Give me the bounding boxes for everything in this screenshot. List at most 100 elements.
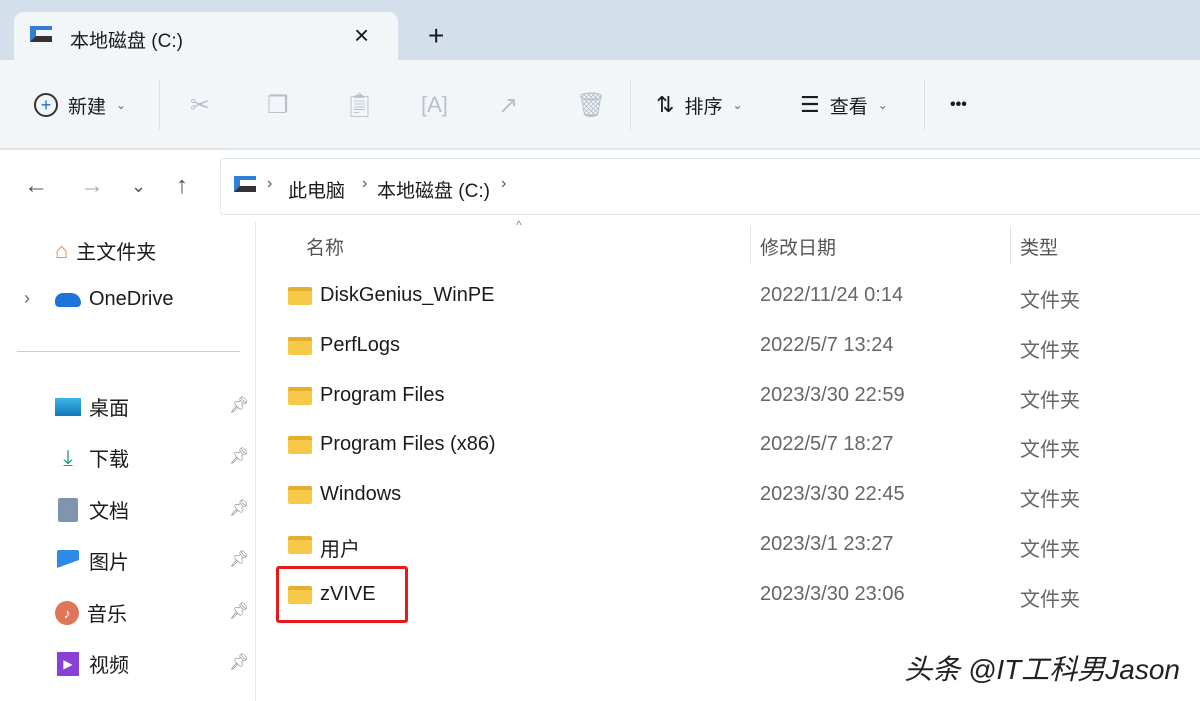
sidebar-label: 文档	[89, 495, 129, 524]
sidebar-label: 视频	[89, 649, 129, 678]
folder-icon	[288, 486, 312, 504]
file-row[interactable]: DiskGenius_WinPE 2022/11/24 0:14 文件夹	[276, 273, 1200, 321]
close-tab-button[interactable]: ×	[354, 20, 369, 51]
share-icon: ↗	[498, 91, 518, 120]
pin-icon: 📌︎	[229, 601, 249, 621]
sidebar-label: 图片	[89, 546, 129, 575]
chevron-down-icon: ⌄	[732, 98, 742, 112]
sidebar-item-pictures[interactable]: 图片	[55, 546, 129, 575]
file-date: 2023/3/30 22:45	[760, 483, 905, 506]
download-icon: ⤓	[55, 445, 81, 471]
paste-button[interactable]: 📋︎	[344, 80, 374, 130]
pane-divider	[255, 222, 256, 701]
file-name: Program Files	[320, 384, 444, 407]
sidebar-item-home[interactable]: ⌂ 主文件夹	[55, 236, 156, 265]
pin-icon: 📌︎	[229, 549, 249, 569]
file-date: 2023/3/30 22:59	[760, 384, 905, 407]
new-label: 新建	[68, 92, 106, 119]
chevron-right-icon: ›	[267, 175, 272, 193]
file-row[interactable]: PerfLogs 2022/5/7 13:24 文件夹	[276, 323, 1200, 371]
pin-icon: 📌︎	[229, 652, 249, 672]
tab-local-disk[interactable]: 本地磁盘 (C:) ×	[14, 12, 398, 64]
more-button[interactable]: •••	[950, 80, 967, 130]
file-type: 文件夹	[1020, 384, 1080, 413]
file-name: DiskGenius_WinPE	[320, 284, 495, 307]
file-row[interactable]: Windows 2023/3/30 22:45 文件夹	[276, 472, 1200, 520]
sidebar-item-documents[interactable]: 文档	[55, 495, 129, 524]
sidebar-label: 音乐	[87, 598, 127, 627]
cloud-icon	[55, 293, 81, 307]
sidebar-item-videos[interactable]: ▶ 视频	[55, 649, 129, 678]
file-name: Program Files (x86)	[320, 433, 496, 456]
breadcrumb-this-pc[interactable]: 此电脑	[288, 176, 345, 203]
file-row[interactable]: Program Files 2023/3/30 22:59 文件夹	[276, 373, 1200, 421]
music-icon: ♪	[55, 601, 79, 625]
file-name: 用户	[320, 533, 360, 562]
chevron-down-icon: ⌄	[116, 98, 126, 112]
rename-icon: [A]	[421, 92, 448, 118]
file-row[interactable]: zVIVE 2023/3/30 23:06 文件夹	[276, 572, 1200, 620]
rename-button[interactable]: [A]	[421, 80, 448, 130]
file-type: 文件夹	[1020, 433, 1080, 462]
address-bar[interactable]: › 此电脑 › 本地磁盘 (C:) ›	[220, 158, 1200, 215]
folder-icon	[288, 387, 312, 405]
file-row[interactable]: 用户 2023/3/1 23:27 文件夹	[276, 522, 1200, 570]
pin-icon: 📌︎	[229, 395, 249, 415]
copy-button[interactable]: ❐	[267, 80, 289, 130]
sidebar-label: 桌面	[89, 392, 129, 421]
folder-icon	[288, 287, 312, 305]
sidebar-item-downloads[interactable]: ⤓ 下载	[55, 443, 129, 472]
scissors-icon: ✂	[190, 91, 210, 120]
pin-icon: 📌︎	[229, 498, 249, 518]
home-icon: ⌂	[55, 238, 68, 264]
file-name: Windows	[320, 483, 401, 506]
file-date: 2022/5/7 18:27	[760, 433, 893, 456]
file-row[interactable]: Program Files (x86) 2022/5/7 18:27 文件夹	[276, 422, 1200, 470]
view-button[interactable]: ☰ 查看 ⌄	[800, 80, 888, 130]
drive-icon	[234, 176, 256, 192]
sidebar-item-onedrive[interactable]: OneDrive	[55, 288, 173, 311]
back-button[interactable]: ←	[24, 172, 48, 200]
picture-icon	[57, 550, 79, 572]
column-header-name[interactable]: 名称	[306, 233, 344, 260]
file-date: 2023/3/30 23:06	[760, 583, 905, 606]
copy-icon: ❐	[267, 91, 289, 120]
forward-button[interactable]: →	[80, 172, 104, 200]
file-name: PerfLogs	[320, 334, 400, 357]
sort-ascending-icon: ^	[516, 218, 522, 232]
expand-onedrive-chevron[interactable]: ›	[24, 288, 30, 309]
sidebar-item-desktop[interactable]: 桌面	[55, 392, 129, 421]
trash-icon: 🗑︎	[576, 91, 606, 120]
sort-icon: ⇅	[656, 92, 674, 118]
sidebar-label: OneDrive	[89, 288, 173, 311]
sort-label: 排序	[684, 92, 722, 119]
chevron-down-icon: ⌄	[878, 98, 888, 112]
cut-button[interactable]: ✂	[190, 80, 210, 130]
sidebar-label: 下载	[89, 443, 129, 472]
paste-icon: 📋︎	[344, 91, 374, 120]
drive-icon	[30, 26, 52, 42]
column-header-type[interactable]: 类型	[1020, 233, 1058, 260]
up-button[interactable]: ↑	[176, 172, 188, 200]
recent-dropdown-button[interactable]: ⌄	[131, 176, 146, 197]
sort-button[interactable]: ⇅ 排序 ⌄	[656, 80, 743, 130]
plus-circle-icon: +	[34, 93, 58, 117]
folder-icon	[288, 536, 312, 554]
breadcrumb-local-disk[interactable]: 本地磁盘 (C:)	[377, 176, 490, 203]
more-icon: •••	[950, 96, 967, 114]
video-icon: ▶	[57, 652, 79, 676]
file-type: 文件夹	[1020, 284, 1080, 313]
column-header-date[interactable]: 修改日期	[760, 233, 836, 260]
file-type: 文件夹	[1020, 334, 1080, 363]
highlight-box	[276, 566, 408, 623]
share-button[interactable]: ↗	[498, 80, 518, 130]
new-button[interactable]: + 新建 ⌄	[34, 80, 126, 130]
sidebar-label: 主文件夹	[76, 236, 156, 265]
sidebar-divider	[17, 351, 240, 352]
tab-title: 本地磁盘 (C:)	[70, 26, 183, 53]
desktop-icon	[55, 398, 81, 416]
file-type: 文件夹	[1020, 583, 1080, 612]
new-tab-button[interactable]: +	[428, 20, 444, 52]
sidebar-item-music[interactable]: ♪ 音乐	[55, 598, 127, 627]
delete-button[interactable]: 🗑︎	[576, 80, 606, 130]
